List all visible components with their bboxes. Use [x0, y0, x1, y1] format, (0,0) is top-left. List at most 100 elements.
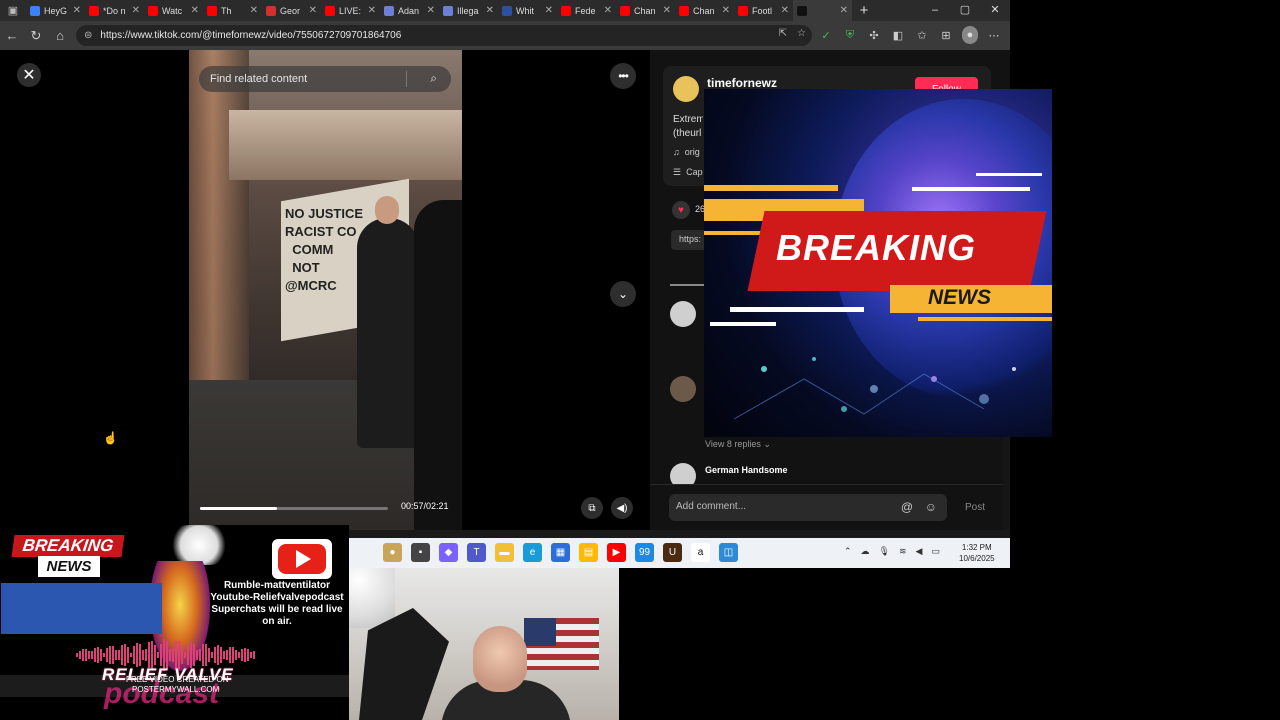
- comment-input[interactable]: Add comment... @ ☺: [669, 494, 947, 521]
- find-related-search[interactable]: Find related content ⌕: [199, 66, 451, 92]
- floating-player-button[interactable]: ⧉: [581, 497, 603, 519]
- refresh-icon[interactable]: ↻: [24, 28, 48, 44]
- next-video-button[interactable]: ⌄: [610, 281, 636, 307]
- music-row[interactable]: ♫ orig: [673, 147, 700, 157]
- youtube-icon[interactable]: ▶: [607, 543, 626, 562]
- browser-tab[interactable]: LIVE: ✕: [321, 0, 380, 21]
- tray-chevron-icon[interactable]: ⌃: [844, 546, 852, 557]
- shield-extension-icon[interactable]: ⛨: [842, 26, 858, 44]
- video-player[interactable]: NO JUSTICE RACIST CO COMM NOT @MCRC Find r…: [189, 50, 462, 530]
- task-view-icon[interactable]: ▪: [411, 543, 430, 562]
- favorite-star-icon[interactable]: ☆: [797, 28, 806, 39]
- tab-label[interactable]: *Do n: [103, 6, 128, 16]
- minimize-icon[interactable]: –: [920, 0, 950, 21]
- tab-label[interactable]: Fede: [575, 6, 600, 16]
- comment-avatar[interactable]: [670, 376, 696, 402]
- video-progress-bar[interactable]: [200, 507, 388, 510]
- split-screen-icon[interactable]: ◧: [890, 26, 906, 44]
- tab-close-icon[interactable]: ✕: [132, 5, 140, 16]
- tab-close-icon[interactable]: ✕: [663, 5, 671, 16]
- tab-close-icon[interactable]: ✕: [191, 5, 199, 16]
- like-icon[interactable]: ♥: [672, 201, 690, 219]
- close-window-icon[interactable]: ✕: [980, 0, 1010, 21]
- browser-tab[interactable]: Footl ✕: [734, 0, 793, 21]
- new-tab-icon[interactable]: +: [852, 2, 876, 19]
- tab-close-icon[interactable]: ✕: [604, 5, 612, 16]
- close-video-button[interactable]: ✕: [17, 63, 41, 87]
- creator-username[interactable]: timefornewz: [707, 76, 777, 90]
- mention-icon[interactable]: @: [901, 500, 913, 514]
- tab-close-icon[interactable]: ✕: [545, 5, 553, 16]
- browser-tab[interactable]: Geor ✕: [262, 0, 321, 21]
- comment-avatar[interactable]: [670, 301, 696, 327]
- battery-icon[interactable]: ▭: [931, 546, 940, 557]
- browser-tab[interactable]: Th ✕: [203, 0, 262, 21]
- tab-close-icon[interactable]: ✕: [427, 5, 435, 16]
- more-menu-icon[interactable]: ⋯: [986, 26, 1002, 44]
- tab-close-icon[interactable]: ✕: [486, 5, 494, 16]
- browser-tab[interactable]: Adan ✕: [380, 0, 439, 21]
- cloud-icon[interactable]: ☁: [861, 546, 870, 557]
- view-replies-label[interactable]: View 8 replies: [705, 439, 761, 449]
- tab-close-icon[interactable]: ✕: [73, 5, 81, 16]
- microphone-icon[interactable]: 🎙: [879, 546, 890, 557]
- browser-tab[interactable]: Whit ✕: [498, 0, 557, 21]
- tab-label[interactable]: LIVE:: [339, 6, 364, 16]
- view-replies-link[interactable]: View 8 replies ⌄: [705, 439, 771, 450]
- search-placeholder[interactable]: Find related content: [210, 73, 307, 85]
- check-extension-icon[interactable]: ✓: [818, 26, 834, 44]
- teams-icon[interactable]: T: [467, 543, 486, 562]
- emoji-icon[interactable]: ☺: [925, 500, 937, 514]
- browser-tab[interactable]: Fede ✕: [557, 0, 616, 21]
- volume-button[interactable]: ◀): [611, 497, 633, 519]
- maximize-icon[interactable]: ▢: [950, 0, 980, 21]
- tab-close-icon[interactable]: ✕: [250, 5, 258, 16]
- captions-row[interactable]: ☰ Cap: [673, 167, 703, 178]
- tab-label[interactable]: Th: [221, 6, 246, 16]
- more-options-button[interactable]: •••: [610, 63, 636, 89]
- store-icon[interactable]: ▦: [551, 543, 570, 562]
- snipping-tool-icon[interactable]: ◫: [719, 543, 738, 562]
- tab-label[interactable]: Whit: [516, 6, 541, 16]
- speaker-icon[interactable]: ◀: [916, 546, 923, 557]
- profile-icon[interactable]: ●: [962, 26, 978, 44]
- comment-placeholder[interactable]: Add comment...: [676, 501, 746, 512]
- tab-label[interactable]: Adan: [398, 6, 423, 16]
- tab-label[interactable]: Illega: [457, 6, 482, 16]
- extensions-icon[interactable]: ✣: [866, 26, 882, 44]
- tab-close-icon[interactable]: ✕: [781, 5, 789, 16]
- tab-close-icon[interactable]: ✕: [368, 5, 376, 16]
- edge-icon[interactable]: e: [523, 543, 542, 562]
- browser-tab[interactable]: Illega ✕: [439, 0, 498, 21]
- browser-tab[interactable]: Chan ✕: [675, 0, 734, 21]
- omnibox[interactable]: ⊜ https://www.tiktok.com/@timefornewz/vi…: [76, 25, 812, 46]
- comment-author[interactable]: German Handsome: [705, 465, 788, 475]
- search-icon[interactable]: ⌕: [430, 71, 437, 86]
- favorites-icon[interactable]: ✩: [914, 26, 930, 44]
- tab-actions-icon[interactable]: ▣: [0, 0, 26, 21]
- messenger-icon[interactable]: 99: [635, 543, 654, 562]
- tab-close-icon[interactable]: ✕: [722, 5, 730, 16]
- windows-tools-icon[interactable]: ▤: [579, 543, 598, 562]
- tab-label[interactable]: Footl: [752, 6, 777, 16]
- file-explorer-icon[interactable]: ▬: [495, 543, 514, 562]
- browser-tab[interactable]: Chan ✕: [616, 0, 675, 21]
- tab-label[interactable]: Chan: [693, 6, 718, 16]
- tab-label[interactable]: Geor: [280, 6, 305, 16]
- wifi-icon[interactable]: ≋: [899, 546, 907, 557]
- amazon-icon[interactable]: a: [691, 543, 710, 562]
- open-in-app-icon[interactable]: ⇱: [779, 28, 787, 39]
- browser-tab[interactable]: ✕: [793, 0, 852, 21]
- browser-tab[interactable]: *Do n ✕: [85, 0, 144, 21]
- ups-icon[interactable]: U: [663, 543, 682, 562]
- creator-avatar[interactable]: [673, 76, 699, 102]
- post-button[interactable]: Post: [965, 502, 985, 513]
- home-icon[interactable]: ⌂: [48, 28, 72, 43]
- browser-tab[interactable]: Watc ✕: [144, 0, 203, 21]
- app-icon[interactable]: ●: [383, 543, 402, 562]
- site-info-icon[interactable]: ⊜: [84, 30, 92, 41]
- tab-label[interactable]: HeyG: [44, 6, 69, 16]
- copilot-app-icon[interactable]: ◆: [439, 543, 458, 562]
- tab-label[interactable]: Watc: [162, 6, 187, 16]
- music-label[interactable]: orig: [685, 147, 700, 157]
